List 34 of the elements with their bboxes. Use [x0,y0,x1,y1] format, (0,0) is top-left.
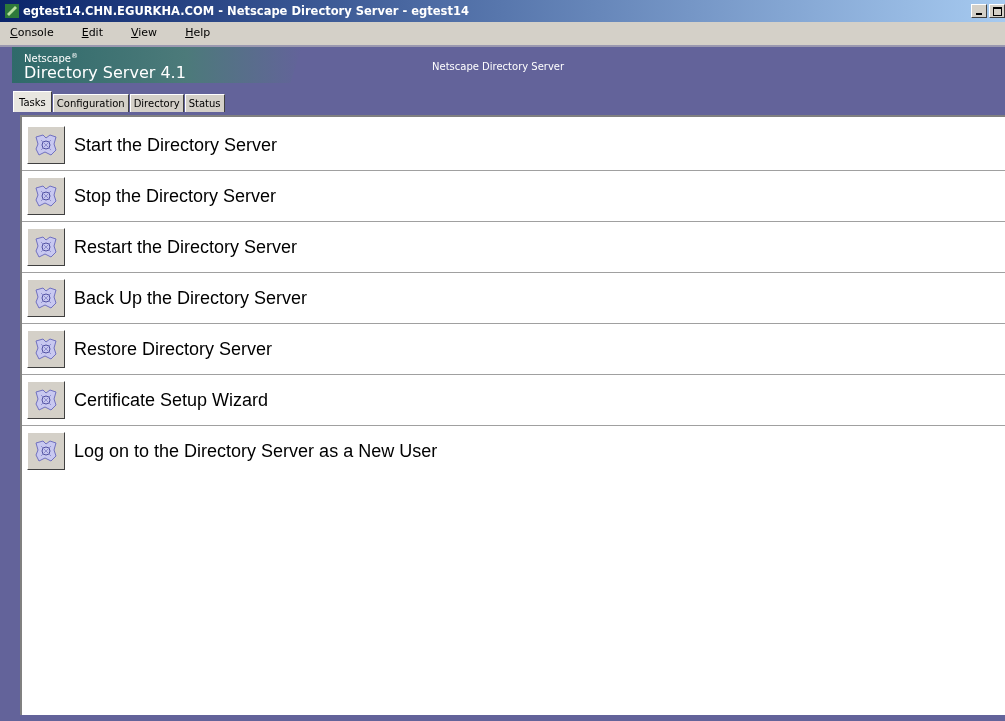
task-button[interactable] [27,279,65,317]
minimize-button[interactable] [971,4,987,18]
app-icon [4,3,20,19]
task-button[interactable] [27,330,65,368]
window-title: egtest14.CHN.EGURKHA.COM - Netscape Directory Server - egtest14 [23,4,469,18]
tab[interactable]: Tasks [13,91,52,113]
task-button[interactable] [27,381,65,419]
task-icon [33,438,59,464]
task-icon [33,132,59,158]
task-icon [33,234,59,260]
task-label[interactable]: Restore Directory Server [74,338,273,360]
menu-item[interactable]: View [123,25,166,39]
task-label[interactable]: Restart the Directory Server [74,236,298,258]
task-label[interactable]: Start the Directory Server [74,134,278,156]
task-label[interactable]: Stop the Directory Server [74,185,277,207]
task-label[interactable]: Log on to the Directory Server as a New User [74,440,438,462]
brand-text: Netscape$^{®}$ [24,51,79,65]
task-button[interactable] [27,126,65,164]
banner-caption: Netscape Directory Server [432,61,565,72]
task-label[interactable]: Back Up the Directory Server [74,287,308,309]
task-icon [33,387,59,413]
product-name: Directory Server 4.1 [24,64,187,83]
task-label[interactable]: Certificate Setup Wizard [74,389,269,411]
task-button[interactable] [27,177,65,215]
task-icon [33,183,59,209]
menu-item[interactable]: Console [2,25,62,39]
task-button[interactable] [27,228,65,266]
maximize-button[interactable] [989,4,1005,18]
task-icon [33,336,59,362]
maximize-icon [992,6,1002,16]
menu-item[interactable]: Help [177,25,219,39]
task-icon [33,285,59,311]
menu-item[interactable]: Edit [73,25,111,39]
task-button[interactable] [27,432,65,470]
